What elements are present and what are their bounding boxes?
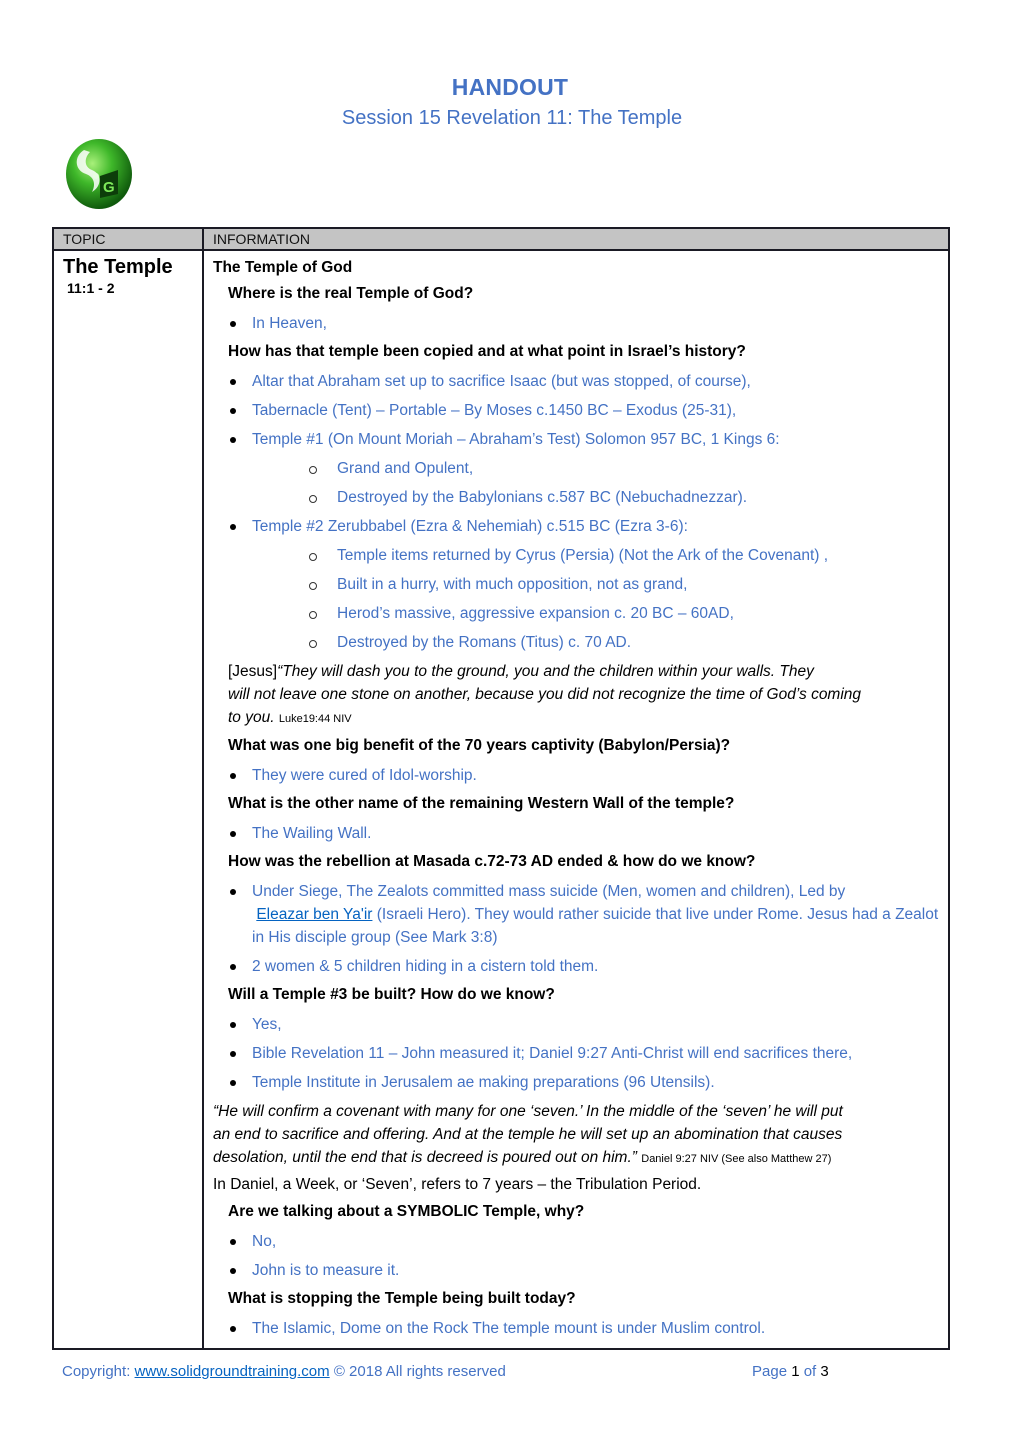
bullet-icon <box>230 1051 236 1057</box>
bullet-icon <box>230 321 236 327</box>
quote-text: desolation, until the end that is decree… <box>213 1149 637 1166</box>
answer-bullet: Temple Institute in Jerusalem ae making … <box>213 1071 940 1100</box>
section-heading: The Temple of God <box>213 259 353 276</box>
quote-reference: Luke19:44 NIV <box>278 713 352 725</box>
question: Where is the real Temple of God? <box>228 285 474 302</box>
quote-text: “He will confirm a covenant with many fo… <box>213 1103 843 1120</box>
answer-bullet: They were cured of Idol-worship. <box>213 764 940 793</box>
bullet-icon <box>230 964 236 970</box>
answer-bullet: The Islamic, Dome on the Rock The temple… <box>213 1317 940 1346</box>
quote-text: an end to sacrifice and offering. And at… <box>213 1126 843 1143</box>
answer-bullet: The Wailing Wall. <box>213 822 940 851</box>
column-header-topic: TOPIC <box>52 227 204 251</box>
bullet-icon <box>230 1268 236 1274</box>
information-content: The Temple of God Where is the real Temp… <box>204 251 948 1348</box>
session-subtitle: Session 15 Revelation 11: The Temple <box>341 107 683 129</box>
handout-title: HANDOUT <box>451 74 569 100</box>
answer-bullet: Yes, <box>213 1013 940 1042</box>
answer-bullet: Altar that Abraham set up to sacrifice I… <box>213 370 940 399</box>
answer-sub-bullet: Grand and Opulent, <box>213 457 940 486</box>
answer-sub-bullet: Herod’s massive, aggressive expansion c.… <box>213 602 940 631</box>
bullet-icon <box>230 1326 236 1332</box>
answer-sub-bullet: Destroyed by the Babylonians c.587 BC (N… <box>213 486 940 515</box>
column-header-information: INFORMATION <box>202 227 950 251</box>
bullet-icon <box>230 1022 236 1028</box>
quote-text: “They will dash you to the ground, you a… <box>277 663 814 680</box>
page-number: Page 1 of 3 <box>752 1363 829 1380</box>
bullet-icon <box>230 831 236 837</box>
answer-sub-bullet: Temple items returned by Cyrus (Persia) … <box>213 544 940 573</box>
eleazar-ben-yair-link[interactable]: Eleazar ben Ya'ir <box>256 906 372 923</box>
answer-bullet: 2 women & 5 children hiding in a cistern… <box>213 955 940 984</box>
answer-bullet: Temple #1 (On Mount Moriah – Abraham’s T… <box>213 428 940 457</box>
question: Are we talking about a SYMBOLIC Temple, … <box>228 1203 585 1220</box>
current-page: 1 <box>791 1363 800 1380</box>
answer-bullet: Tabernacle (Tent) – Portable – By Moses … <box>213 399 940 428</box>
hollow-bullet-icon <box>309 553 317 561</box>
question: What is stopping the Temple being built … <box>228 1290 576 1307</box>
bullet-icon <box>230 889 236 895</box>
topic-cell: The Temple 11:1 - 2 <box>52 249 204 1350</box>
answer-sub-bullet: Destroyed by the Romans (Titus) c. 70 AD… <box>213 631 940 660</box>
answer-bullet: Under Siege, The Zealots committed mass … <box>213 880 940 955</box>
hollow-bullet-icon <box>309 495 317 503</box>
website-link[interactable]: www.solidgroundtraining.com <box>135 1363 330 1380</box>
bullet-icon <box>230 1080 236 1086</box>
question: How has that temple been copied and at w… <box>228 343 746 360</box>
answer-bullet: In Heaven, <box>213 312 940 341</box>
quote-speaker: [Jesus] <box>228 663 278 680</box>
hollow-bullet-icon <box>309 466 317 474</box>
answer-bullet: John is to measure it. <box>213 1259 940 1288</box>
bullet-icon <box>230 437 236 443</box>
table-header-row: TOPIC INFORMATION <box>52 227 950 251</box>
question: Will a Temple #3 be built? How do we kno… <box>228 986 555 1003</box>
question: How was the rebellion at Masada c.72-73 … <box>228 853 756 870</box>
answer-bullet: Temple #2 Zerubbabel (Ezra & Nehemiah) c… <box>213 515 940 544</box>
svg-text:G: G <box>103 179 115 196</box>
solid-ground-logo-icon: G <box>62 136 136 210</box>
question: What was one big benefit of the 70 years… <box>228 737 731 754</box>
bullet-icon <box>230 379 236 385</box>
scripture-quote-luke: [Jesus]“They will dash you to the ground… <box>213 660 940 735</box>
hollow-bullet-icon <box>309 611 317 619</box>
scripture-quote-daniel: “He will confirm a covenant with many fo… <box>213 1100 940 1173</box>
footer-copyright: Copyright: www.solidgroundtraining.com ©… <box>62 1363 506 1380</box>
total-pages: 3 <box>820 1363 829 1380</box>
hollow-bullet-icon <box>309 582 317 590</box>
topic-title: The Temple <box>63 256 173 278</box>
bullet-icon <box>230 773 236 779</box>
quote-text: will not leave one stone on another, bec… <box>228 686 862 703</box>
table-row: The Temple 11:1 - 2 The Temple of God Wh… <box>52 249 950 1350</box>
quote-text: to you. <box>228 709 275 726</box>
bullet-icon <box>230 1239 236 1245</box>
explanatory-note: In Daniel, a Week, or ‘Seven’, refers to… <box>213 1176 702 1193</box>
topic-reference: 11:1 - 2 <box>67 280 115 296</box>
quote-reference: Daniel 9:27 NIV (See also Matthew 27) <box>641 1153 832 1165</box>
hollow-bullet-icon <box>309 640 317 648</box>
bullet-icon <box>230 524 236 530</box>
answer-bullet: Bible Revelation 11 – John measured it; … <box>213 1042 940 1071</box>
answer-bullet: No, <box>213 1230 940 1259</box>
answer-sub-bullet: Built in a hurry, with much opposition, … <box>213 573 940 602</box>
bullet-icon <box>230 408 236 414</box>
question: What is the other name of the remaining … <box>228 795 735 812</box>
content-table: TOPIC INFORMATION The Temple 11:1 - 2 Th… <box>52 227 950 1350</box>
information-cell: The Temple of God Where is the real Temp… <box>202 249 950 1350</box>
